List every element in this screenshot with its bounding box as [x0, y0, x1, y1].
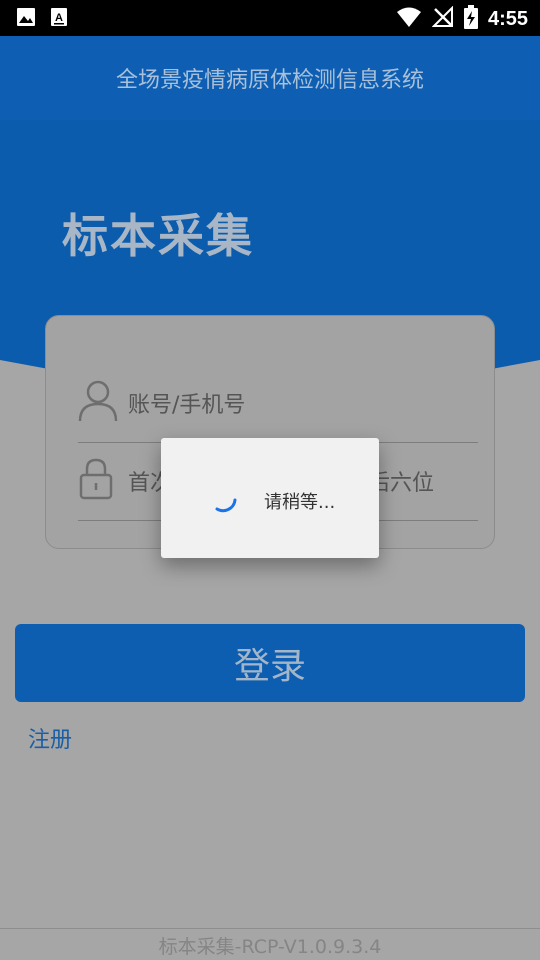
text-a-icon: A — [50, 7, 68, 31]
image-icon — [16, 7, 36, 31]
version-label: 标本采集-RCP-V1.0.9.3.4 — [158, 936, 382, 958]
loading-dialog: 请稍等... — [161, 438, 379, 558]
hero-title: 标本采集 — [62, 209, 254, 263]
no-signal-icon — [431, 5, 454, 32]
register-link[interactable]: 注册 — [28, 722, 72, 754]
app-title: 全场景疫情病原体检测信息系统 — [115, 68, 424, 93]
spinner-icon — [207, 482, 239, 518]
footer-divider — [0, 928, 540, 929]
battery-charging-icon — [463, 5, 478, 33]
wifi-icon — [396, 6, 422, 32]
status-time: 4:55 — [487, 7, 528, 30]
account-placeholder: 账号/手机号 — [128, 393, 246, 418]
account-field[interactable]: 账号/手机号 — [78, 364, 478, 443]
user-icon — [78, 379, 118, 427]
lock-icon — [78, 457, 114, 505]
app-bar: 全场景疫情病原体检测信息系统 — [0, 36, 540, 120]
status-bar: A 4:55 — [0, 0, 540, 36]
login-button[interactable]: 登录 — [15, 624, 525, 702]
svg-text:A: A — [55, 12, 63, 24]
loading-message: 请稍等... — [264, 492, 336, 513]
